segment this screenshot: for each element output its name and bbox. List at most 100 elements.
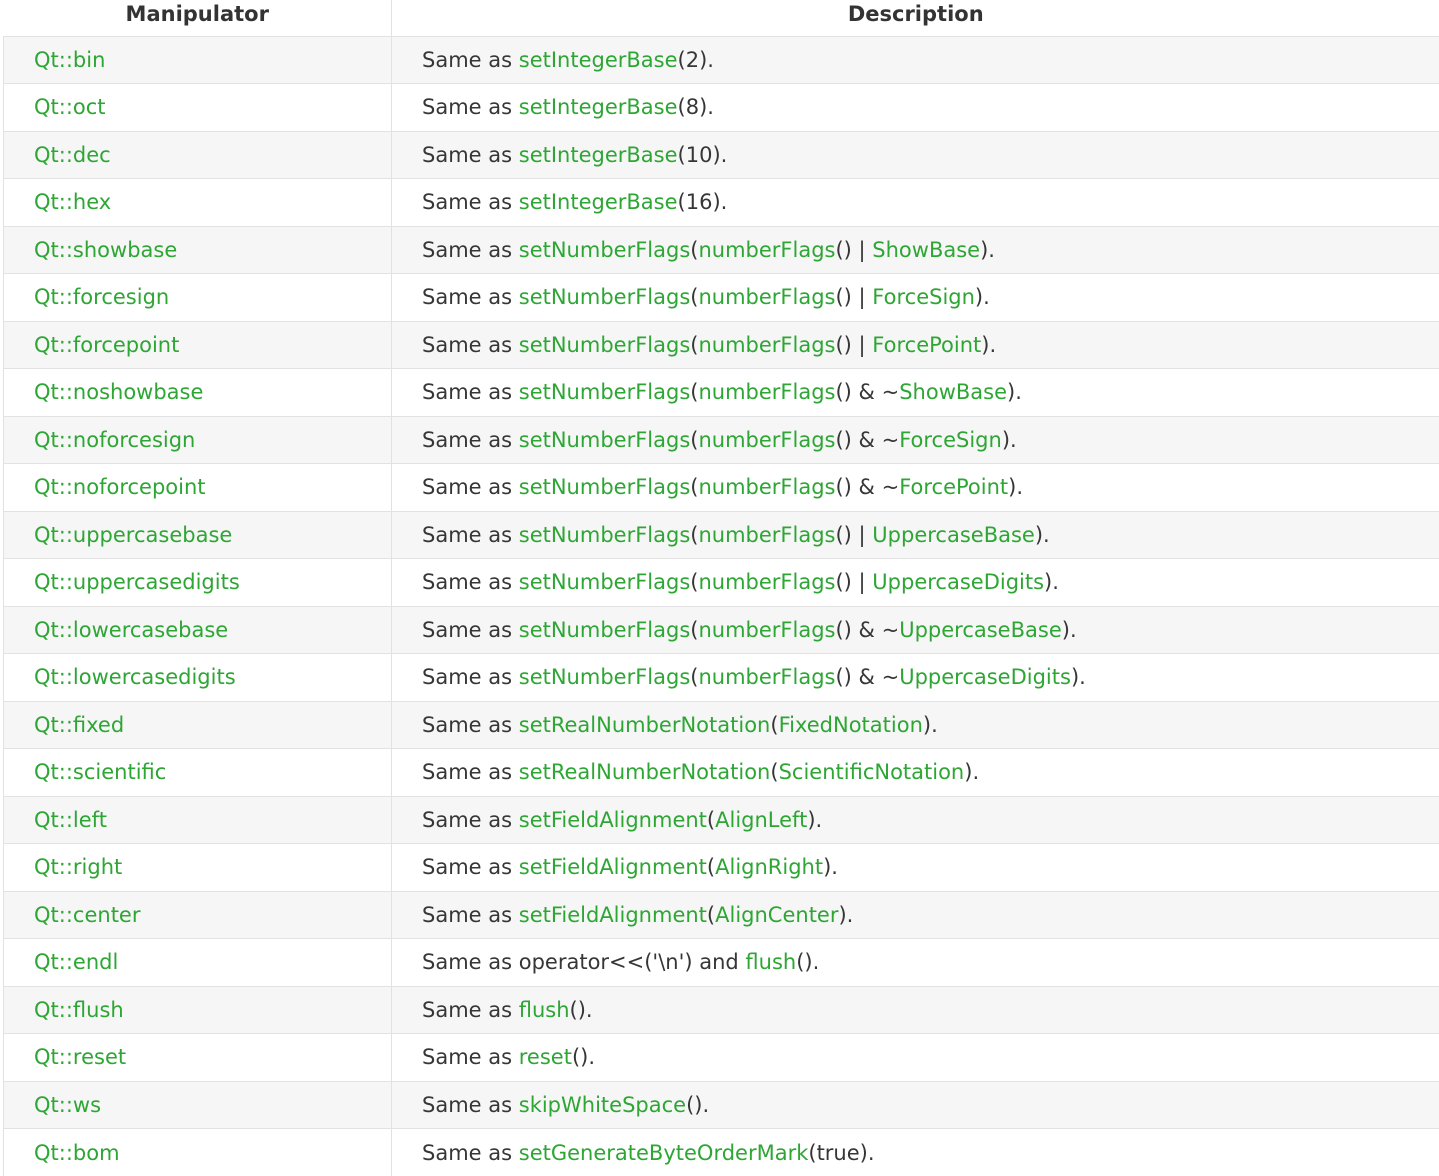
description-link[interactable]: UppercaseDigits [899,665,1071,689]
description-text: () & ~ [835,618,899,642]
description-link[interactable]: setNumberFlags [519,523,691,547]
manipulator-link[interactable]: Qt::uppercasebase [34,523,232,547]
manipulator-link[interactable]: Qt::uppercasedigits [34,570,240,594]
description-link[interactable]: setIntegerBase [519,190,678,214]
manipulator-link[interactable]: Qt::bom [34,1141,120,1165]
description-link[interactable]: ShowBase [899,380,1007,404]
description-link[interactable]: ForcePoint [899,475,1008,499]
description-link[interactable]: ForcePoint [872,333,981,357]
description-text: ). [1062,618,1077,642]
description-link[interactable]: setNumberFlags [519,428,691,452]
description-link[interactable]: flush [745,950,796,974]
description-link[interactable]: numberFlags [698,333,835,357]
description-text: ). [923,713,938,737]
description-link[interactable]: ShowBase [872,238,980,262]
description-link[interactable]: setNumberFlags [519,665,691,689]
description-link[interactable]: flush [519,998,570,1022]
description-link[interactable]: setNumberFlags [519,238,691,262]
description-link[interactable]: AlignCenter [715,903,838,927]
manipulator-link[interactable]: Qt::hex [34,190,111,214]
manipulator-cell: Qt::uppercasedigits [4,559,392,607]
manipulator-cell: Qt::right [4,844,392,892]
description-link[interactable]: FixedNotation [779,713,923,737]
manipulator-cell: Qt::center [4,891,392,939]
manipulator-link[interactable]: Qt::scientific [34,760,166,784]
description-link[interactable]: setRealNumberNotation [519,760,771,784]
description-link[interactable]: numberFlags [698,475,835,499]
description-cell: Same as setFieldAlignment(AlignRight). [392,844,1439,892]
description-link[interactable]: numberFlags [698,665,835,689]
description-link[interactable]: setFieldAlignment [519,855,707,879]
description-link[interactable]: setNumberFlags [519,618,691,642]
description-cell: Same as setNumberFlags(numberFlags() & ~… [392,416,1439,464]
manipulator-link[interactable]: Qt::left [34,808,107,832]
description-text: () | [835,285,872,309]
description-link[interactable]: setFieldAlignment [519,903,707,927]
description-link[interactable]: setNumberFlags [519,333,691,357]
description-link[interactable]: setIntegerBase [519,143,678,167]
description-link[interactable]: numberFlags [698,238,835,262]
manipulator-link[interactable]: Qt::noshowbase [34,380,203,404]
description-link[interactable]: ForceSign [899,428,1002,452]
table-row: Qt::uppercasedigitsSame as setNumberFlag… [4,559,1439,607]
manipulator-link[interactable]: Qt::center [34,903,140,927]
description-text: (). [570,998,593,1022]
table-row: Qt::hexSame as setIntegerBase(16). [4,179,1439,227]
manipulator-cell: Qt::dec [4,131,392,179]
manipulators-table-container: Manipulator Description Qt::binSame as s… [3,0,1439,1176]
table-body: Qt::binSame as setIntegerBase(2).Qt::oct… [4,36,1439,1176]
description-link[interactable]: AlignRight [715,855,823,879]
description-link[interactable]: numberFlags [698,380,835,404]
description-link[interactable]: numberFlags [698,618,835,642]
description-link[interactable]: numberFlags [698,570,835,594]
manipulator-link[interactable]: Qt::lowercasebase [34,618,228,642]
description-link[interactable]: numberFlags [698,285,835,309]
description-link[interactable]: setNumberFlags [519,380,691,404]
description-link[interactable]: setGenerateByteOrderMark [519,1141,809,1165]
description-link[interactable]: ForceSign [872,285,975,309]
manipulator-link[interactable]: Qt::flush [34,998,124,1022]
description-link[interactable]: setNumberFlags [519,475,691,499]
description-text: ( [707,808,715,832]
description-link[interactable]: reset [519,1045,572,1069]
manipulator-link[interactable]: Qt::fixed [34,713,124,737]
description-link[interactable]: numberFlags [698,428,835,452]
manipulator-link[interactable]: Qt::right [34,855,122,879]
manipulator-link[interactable]: Qt::reset [34,1045,126,1069]
description-link[interactable]: setIntegerBase [519,95,678,119]
description-text: (10). [678,143,728,167]
manipulator-link[interactable]: Qt::showbase [34,238,177,262]
description-link[interactable]: setNumberFlags [519,570,691,594]
manipulator-cell: Qt::reset [4,1034,392,1082]
description-link[interactable]: setNumberFlags [519,285,691,309]
description-text: (). [686,1093,709,1117]
description-text: ). [823,855,838,879]
description-text: Same as [422,1045,519,1069]
header-manipulator: Manipulator [4,0,392,36]
manipulator-link[interactable]: Qt::bin [34,48,105,72]
description-link[interactable]: UppercaseDigits [872,570,1044,594]
manipulator-link[interactable]: Qt::forcepoint [34,333,179,357]
manipulator-link[interactable]: Qt::oct [34,95,106,119]
manipulator-link[interactable]: Qt::noforcesign [34,428,195,452]
manipulator-link[interactable]: Qt::dec [34,143,111,167]
manipulator-link[interactable]: Qt::forcesign [34,285,169,309]
manipulator-link[interactable]: Qt::noforcepoint [34,475,206,499]
description-link[interactable]: AlignLeft [715,808,807,832]
description-link[interactable]: ScientificNotation [779,760,965,784]
manipulator-cell: Qt::lowercasedigits [4,654,392,702]
description-link[interactable]: UppercaseBase [872,523,1035,547]
description-text: ). [975,285,990,309]
description-link[interactable]: setIntegerBase [519,48,678,72]
manipulator-link[interactable]: Qt::ws [34,1093,101,1117]
description-cell: Same as setRealNumberNotation(Scientific… [392,749,1439,797]
manipulator-link[interactable]: Qt::lowercasedigits [34,665,236,689]
description-link[interactable]: setRealNumberNotation [519,713,771,737]
description-link[interactable]: skipWhiteSpace [519,1093,686,1117]
description-text: ). [1071,665,1086,689]
description-link[interactable]: numberFlags [698,523,835,547]
manipulator-link[interactable]: Qt::endl [34,950,118,974]
description-link[interactable]: UppercaseBase [899,618,1062,642]
description-text: Same as [422,48,519,72]
description-link[interactable]: setFieldAlignment [519,808,707,832]
